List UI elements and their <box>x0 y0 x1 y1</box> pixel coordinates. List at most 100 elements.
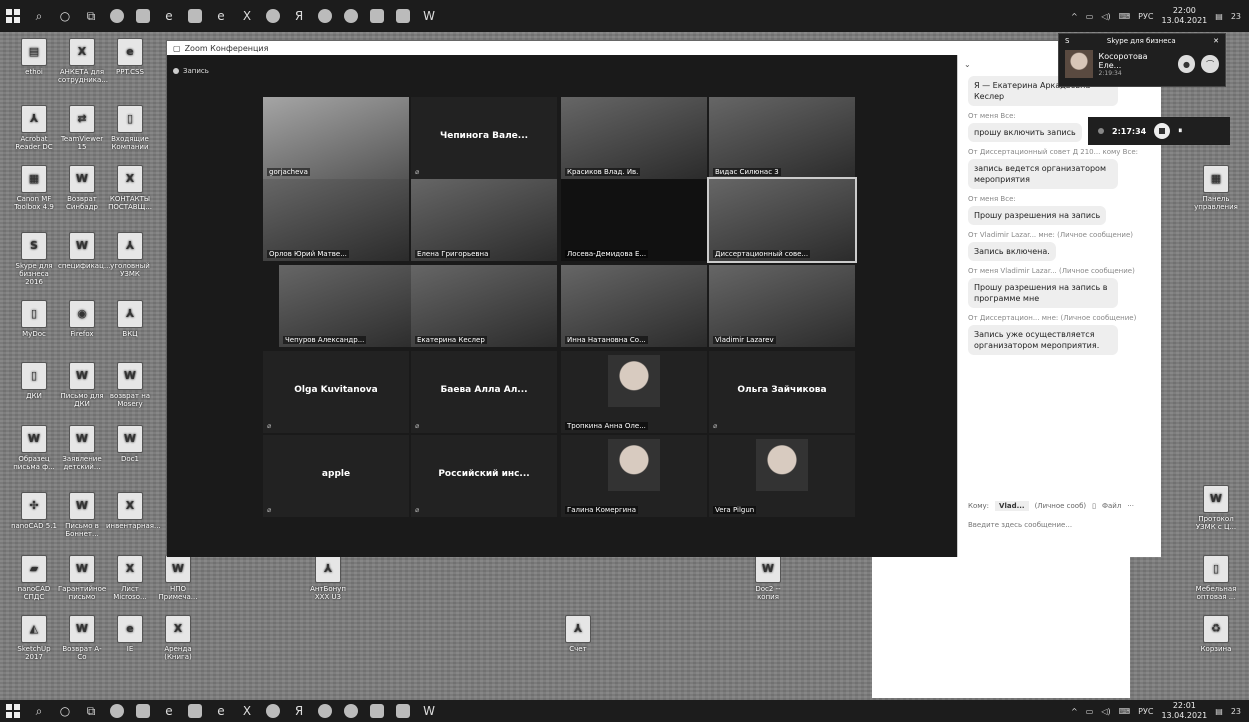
keyboard-icon[interactable]: ⌨ <box>1119 707 1131 716</box>
desktop-icon[interactable]: ▦ Панель управления <box>1192 165 1240 211</box>
volume-icon[interactable]: ◁) <box>1101 12 1110 21</box>
desktop-icon[interactable]: W НПО Примеча... <box>154 555 202 601</box>
desktop-icon[interactable]: W Doc2 -- копия <box>744 555 792 601</box>
ie-icon[interactable]: e <box>156 700 182 722</box>
clock[interactable]: 22:01 13.04.2021 <box>1161 701 1207 721</box>
video-tile[interactable]: Инна Натановна Со... <box>561 265 707 347</box>
zoom-taskbar-icon[interactable] <box>390 700 416 722</box>
video-tile[interactable]: Vladimir Lazarev <box>709 265 855 347</box>
hangup-button[interactable]: ⌒ <box>1201 55 1219 73</box>
desktop-icon[interactable]: W Протокол УЗМК с Ц... <box>1192 485 1240 531</box>
video-tile[interactable]: Тропкина Анна Оле... <box>561 351 707 433</box>
word-taskbar-icon[interactable]: W <box>416 0 442 32</box>
desktop-icon[interactable]: Wспецификац... <box>58 232 111 270</box>
desktop-icon[interactable]: ▯ MyDoc <box>10 300 58 338</box>
desktop-icon[interactable]: ⅄ ВКЦ <box>106 300 154 338</box>
stop-recording-button[interactable] <box>1154 123 1171 139</box>
video-tile[interactable]: apple ⌀ <box>263 435 409 517</box>
cortana-icon[interactable]: ○ <box>52 0 78 32</box>
desktop-icon[interactable]: ▤ ethoi <box>10 38 58 76</box>
video-tile[interactable]: Орлов Юрий Матве... <box>263 179 409 261</box>
desktop-icon[interactable]: W Возврат А-Сo <box>58 615 106 661</box>
chat-recipient-select[interactable]: Vlad... <box>995 501 1029 511</box>
edge-icon[interactable] <box>338 0 364 32</box>
desktop-icon[interactable]: W Возврат Синбадр <box>58 165 106 211</box>
chevron-up-icon[interactable]: ^ <box>1071 707 1078 716</box>
explorer-icon[interactable] <box>130 700 156 722</box>
desktop-icon[interactable]: X АНКЕТА для сотрудника... <box>58 38 108 84</box>
notification-icon[interactable]: ▤ <box>1215 12 1223 21</box>
close-icon[interactable]: ✕ <box>1213 37 1219 45</box>
chat-input[interactable]: Введите здесь сообщение... <box>968 521 1072 529</box>
desktop-icon[interactable]: ♻ Корзина <box>1192 615 1240 653</box>
paint-icon[interactable] <box>312 0 338 32</box>
start-button[interactable] <box>0 700 26 722</box>
keyboard-icon[interactable]: ⌨ <box>1119 12 1131 21</box>
language-indicator[interactable]: РУС <box>1138 707 1153 716</box>
search-icon[interactable]: ⌕ <box>26 700 52 722</box>
ie-icon-2[interactable]: e <box>208 700 234 722</box>
desktop-icon[interactable]: ✣ nanoCAD 5.1 <box>10 492 58 530</box>
desktop-icon[interactable]: ▯ Входящие Компании <box>106 105 154 151</box>
mic-button[interactable]: ● <box>1177 55 1196 73</box>
video-tile[interactable]: Баева Алла Ал... ⌀ <box>411 351 557 433</box>
chat-file-button[interactable]: Файл <box>1102 502 1121 510</box>
yandex-browser-icon[interactable] <box>260 0 286 32</box>
desktop-icon[interactable]: W Письмо для ДКИ <box>58 362 106 408</box>
desktop-icon[interactable]: W Заявление детский... <box>58 425 106 471</box>
desktop-icon[interactable]: e PPT.CSS <box>106 38 154 76</box>
desktop-icon[interactable]: ▦ Canon MF Toolbox 4.9 <box>10 165 58 211</box>
desktop-icon[interactable]: ▯ ДКИ <box>10 362 58 400</box>
excel-icon[interactable]: X <box>234 0 260 32</box>
task-view-icon[interactable]: ⧉ <box>78 700 104 722</box>
desktop-icon[interactable]: Xинвентарная... <box>106 492 161 530</box>
desktop-icon[interactable]: X Аренда (Книга) <box>154 615 202 661</box>
zoom-taskbar-icon[interactable] <box>390 0 416 32</box>
chevron-down-icon[interactable]: ⌄ <box>964 60 971 69</box>
desktop-icon[interactable]: S Skype для бизнеса 2016 <box>10 232 58 286</box>
desktop-icon[interactable]: Wвозврат на Mosery <box>106 362 154 408</box>
video-tile[interactable]: Диссертационный сове... <box>707 177 857 263</box>
video-tile[interactable]: Чепуров Александр... <box>279 265 425 347</box>
teams-icon[interactable] <box>364 0 390 32</box>
desktop-icon[interactable]: ▯ Мебельная оптовая ... <box>1192 555 1240 601</box>
desktop-icon[interactable]: ◭ SketchUp 2017 <box>10 615 58 661</box>
app-icon[interactable] <box>182 0 208 32</box>
volume-icon[interactable]: ◁) <box>1101 707 1110 716</box>
video-tile[interactable]: gorjacheva <box>263 97 409 179</box>
desktop-icon[interactable]: e IE <box>106 615 154 653</box>
video-tile[interactable]: Российский инс... ⌀ <box>411 435 557 517</box>
video-tile[interactable]: Екатерина Кеслер <box>411 265 557 347</box>
network-icon[interactable]: ▭ <box>1086 12 1094 21</box>
desktop-icon[interactable]: W Письмо в Боннет... <box>58 492 106 538</box>
desktop-icon[interactable]: W Гарантийное письмо <box>58 555 106 601</box>
video-tile[interactable]: Olga Kuvitanova ⌀ <box>263 351 409 433</box>
network-icon[interactable]: ▭ <box>1086 707 1094 716</box>
desktop-icon[interactable]: ◉ Firefox <box>58 300 106 338</box>
yandex-icon[interactable]: Я <box>286 0 312 32</box>
chevron-up-icon[interactable]: ^ <box>1071 12 1078 21</box>
clock[interactable]: 22:00 13.04.2021 <box>1161 6 1207 26</box>
excel-icon[interactable]: X <box>234 700 260 722</box>
desktop-icon[interactable]: W Doc1 <box>106 425 154 463</box>
video-tile[interactable]: Vera Pilgun <box>709 435 855 517</box>
file-icon[interactable]: ▯ <box>1092 502 1096 510</box>
ie-icon-2[interactable]: e <box>208 0 234 32</box>
start-button[interactable] <box>0 0 26 32</box>
more-icon[interactable]: ··· <box>1127 502 1134 510</box>
desktop-icon[interactable]: ⅄ Счет <box>554 615 602 653</box>
app-icon[interactable] <box>182 700 208 722</box>
video-tile[interactable]: Ольга Зайчикова ⌀ <box>709 351 855 433</box>
notification-icon[interactable]: ▤ <box>1215 707 1223 716</box>
task-view-icon[interactable]: ⧉ <box>78 0 104 32</box>
teams-icon[interactable] <box>364 700 390 722</box>
paint-icon[interactable] <box>312 700 338 722</box>
chrome-icon[interactable] <box>104 0 130 32</box>
desktop-icon[interactable]: ▰ nanoCAD СПДС <box>10 555 58 601</box>
video-tile[interactable]: Елена Григорьевна <box>411 179 557 261</box>
desktop-icon[interactable]: W Образец письма ф... <box>10 425 58 471</box>
desktop-icon[interactable]: ⅄ уголовный УЗМК <box>106 232 154 278</box>
language-indicator[interactable]: РУС <box>1138 12 1153 21</box>
desktop-icon[interactable]: ⅄ Acrobat Reader DC <box>10 105 58 151</box>
desktop-icon[interactable]: ⇄ TeamViewer 15 <box>58 105 106 151</box>
